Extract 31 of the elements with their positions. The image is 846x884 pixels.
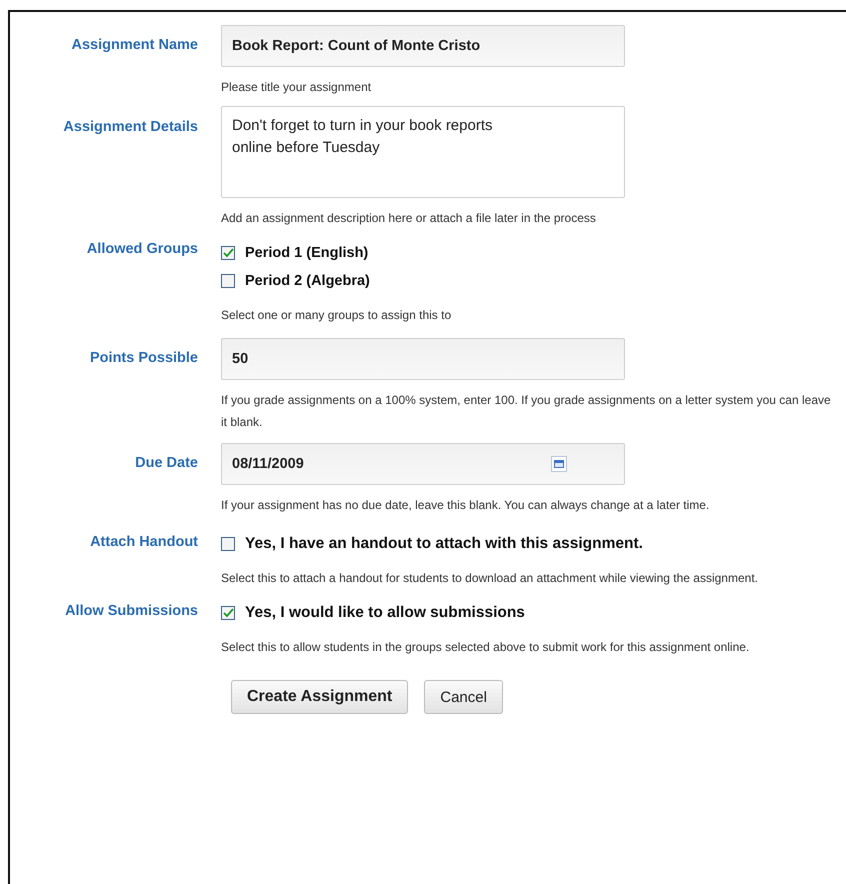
cancel-button[interactable]: Cancel (424, 680, 503, 714)
check-mark-icon (222, 608, 234, 618)
calendar-icon[interactable] (551, 456, 567, 472)
checkbox[interactable] (221, 606, 235, 620)
details-field[interactable]: Don't forget to turn in your book reports online before Tuesday (221, 106, 625, 198)
help-text: Add an assignment description here or attach a file later in the process (221, 210, 597, 227)
checkbox-label: Period 1 (English) (245, 245, 368, 261)
field-label: Due Date (135, 455, 198, 473)
checkbox-label: Period 2 (Algebra) (245, 273, 370, 289)
field-label: Assignment Name (71, 37, 198, 55)
help-text: Select this to attach a handout for students to download an attachment while viewing the assignment. (221, 570, 759, 587)
field-label: Attach Handout (90, 534, 198, 552)
create-button[interactable]: Create Assignment (231, 680, 408, 714)
checkbox[interactable] (221, 246, 235, 260)
help-text: Please title your assignment (221, 79, 372, 96)
checkbox-label: Yes, I have an handout to attach with this assignment. (245, 535, 643, 553)
field-label: Allow Submissions (65, 603, 198, 621)
text-field[interactable]: Book Report: Count of Monte Cristo (221, 25, 625, 67)
text-field[interactable]: 50 (221, 338, 625, 380)
field-label: Assignment Details (63, 119, 198, 137)
field-label: Points Possible (90, 350, 198, 368)
help-text: Select this to allow students in the groups selected above to submit work for this assignment online. (221, 639, 750, 656)
checkbox[interactable] (221, 274, 235, 288)
date-field[interactable]: 08/11/2009 (221, 443, 625, 485)
checkbox[interactable] (221, 537, 235, 551)
help-text: Select one or many groups to assign this to (221, 307, 452, 324)
checkbox-label: Yes, I would like to allow submissions (245, 604, 525, 622)
check-mark-icon (222, 248, 234, 258)
field-label: Allowed Groups (86, 241, 198, 259)
help-text: If your assignment has no due date, leave this blank. You can always change at a later time. (221, 497, 710, 514)
help-text: If you grade assignments on a 100% system, enter 100. If you grade assignments on a letter system you can leave it blank. (221, 392, 832, 431)
